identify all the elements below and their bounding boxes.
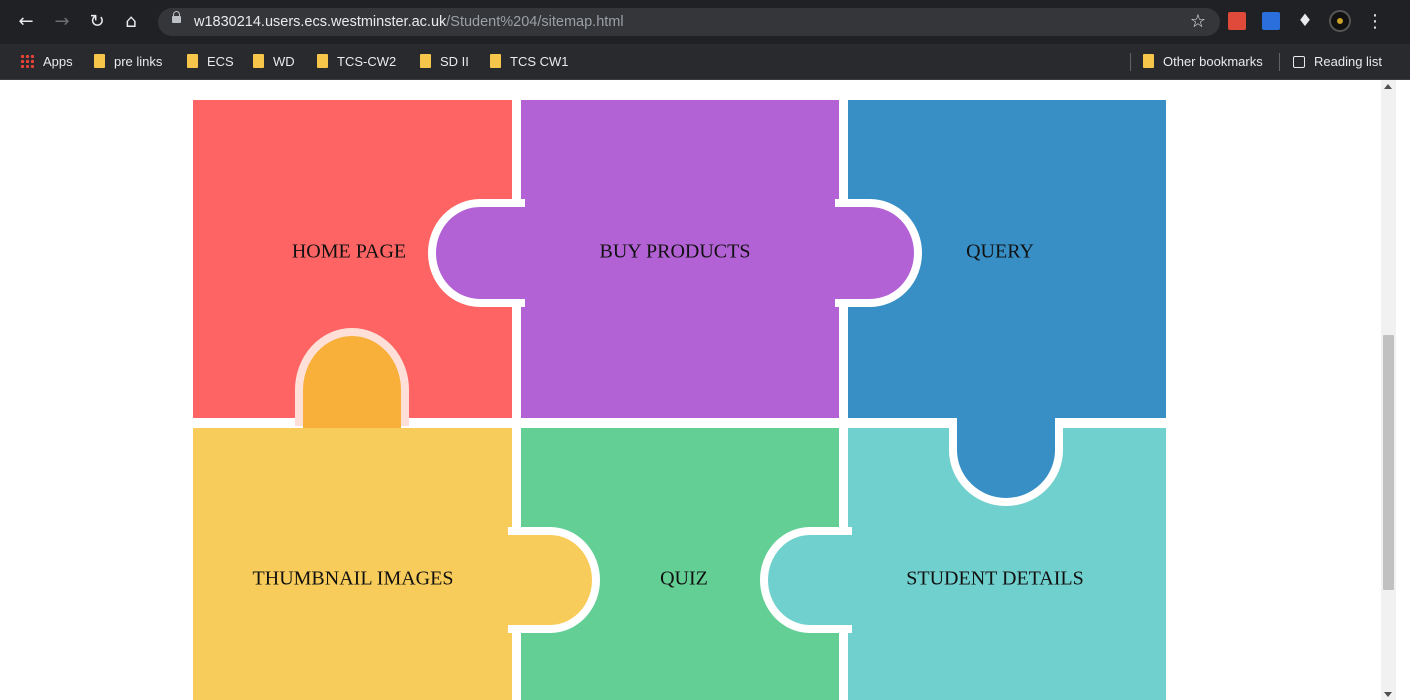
scroll-up-arrow-icon[interactable] [1384,84,1392,89]
bookmark-label: WD [273,54,295,69]
knob-buy-left-fill [515,207,525,299]
student-details-link[interactable]: STUDENT DETAILS [906,568,1083,591]
extensions-puzzle-icon[interactable]: ♦ [1296,12,1314,30]
scrollbar-thumb[interactable] [1383,335,1394,590]
apps-grid-icon [20,54,34,68]
knob-student-left-fill [842,535,854,625]
piece-thumbnail-images[interactable] [193,428,512,700]
knob-buy-right [835,199,922,307]
url-text[interactable]: w1830214.users.ecs.westminster.ac.uk/Stu… [194,13,624,31]
back-arrow-icon[interactable]: ← [13,9,39,35]
knob-query-down-fill [957,414,1055,428]
buy-products-link[interactable]: BUY PRODUCTS [600,241,751,264]
quiz-link[interactable]: QUIZ [660,568,708,591]
bookmark-label: ECS [207,54,234,69]
bookmark-sd-ii[interactable]: SD II [420,44,469,79]
knob-student-left [760,527,852,633]
browser-menu-icon[interactable]: ⋮ [1366,9,1384,35]
thumbnail-images-link[interactable]: THUMBNAIL IMAGES [253,568,454,591]
bookmark-pre-links[interactable]: pre links [94,44,162,79]
home-icon[interactable]: ⌂ [118,9,144,35]
bookmark-apps[interactable]: Apps [20,44,73,79]
sitemap-puzzle [193,100,1166,700]
knob-buy-right-fill [835,207,845,299]
page-viewport: HOME PAGE BUY PRODUCTS QUERY THUMBNAIL I… [0,80,1410,700]
bookmarks-bar: Apps pre links ECS WD TCS-CW2 SD II TCS … [0,44,1410,80]
bookmark-other[interactable]: Other bookmarks [1143,44,1263,79]
reload-icon[interactable]: ↻ [84,9,110,35]
forward-arrow-icon[interactable]: → [49,9,75,35]
folder-icon [187,54,198,68]
lock-icon[interactable] [172,11,181,23]
query-link[interactable]: QUERY [966,241,1034,264]
address-bar[interactable]: w1830214.users.ecs.westminster.ac.uk/Stu… [158,8,1220,36]
knob-query-down [949,420,1063,506]
bookmarks-divider [1130,53,1131,71]
bookmark-label: TCS CW1 [510,54,569,69]
bookmark-other-label: Other bookmarks [1163,54,1263,69]
url-path: /Student%204/sitemap.html [446,14,624,30]
profile-avatar[interactable] [1329,10,1351,32]
folder-icon [317,54,328,68]
folder-icon [420,54,431,68]
extension-red-icon[interactable] [1228,12,1246,30]
reading-list-icon [1293,56,1305,68]
bookmark-label: TCS-CW2 [337,54,397,69]
bookmark-apps-label: Apps [43,54,73,69]
knob-thumbnail-right-fill [506,535,518,625]
knob-buy-left [428,199,525,307]
folder-icon [253,54,264,68]
bookmark-star-icon[interactable]: ☆ [1190,11,1206,33]
bookmarks-divider [1279,53,1280,71]
knob-thumbnail-up-fill [303,414,401,428]
page-scrollbar[interactable] [1381,80,1396,700]
browser-toolbar: ← → ↻ ⌂ w1830214.users.ecs.westminster.a… [0,0,1410,44]
bookmark-ecs[interactable]: ECS [187,44,234,79]
home-page-link[interactable]: HOME PAGE [292,241,406,264]
scroll-down-arrow-icon[interactable] [1384,692,1392,697]
bookmark-tcs-cw2[interactable]: TCS-CW2 [317,44,396,79]
reading-list-label: Reading list [1314,54,1382,69]
bookmark-tcs-cw1[interactable]: TCS CW1 [490,44,569,79]
folder-icon [94,54,105,68]
bookmark-label: pre links [114,54,163,69]
url-host: w1830214.users.ecs.westminster.ac.uk [194,14,447,30]
bookmark-label: SD II [440,54,469,69]
extension-blue-icon[interactable] [1262,12,1280,30]
folder-icon [490,54,501,68]
reading-list[interactable]: Reading list [1293,44,1382,79]
bookmark-wd[interactable]: WD [253,44,295,79]
folder-icon [1143,54,1154,68]
knob-thumbnail-right [508,527,600,633]
knob-thumbnail-up [295,328,409,426]
